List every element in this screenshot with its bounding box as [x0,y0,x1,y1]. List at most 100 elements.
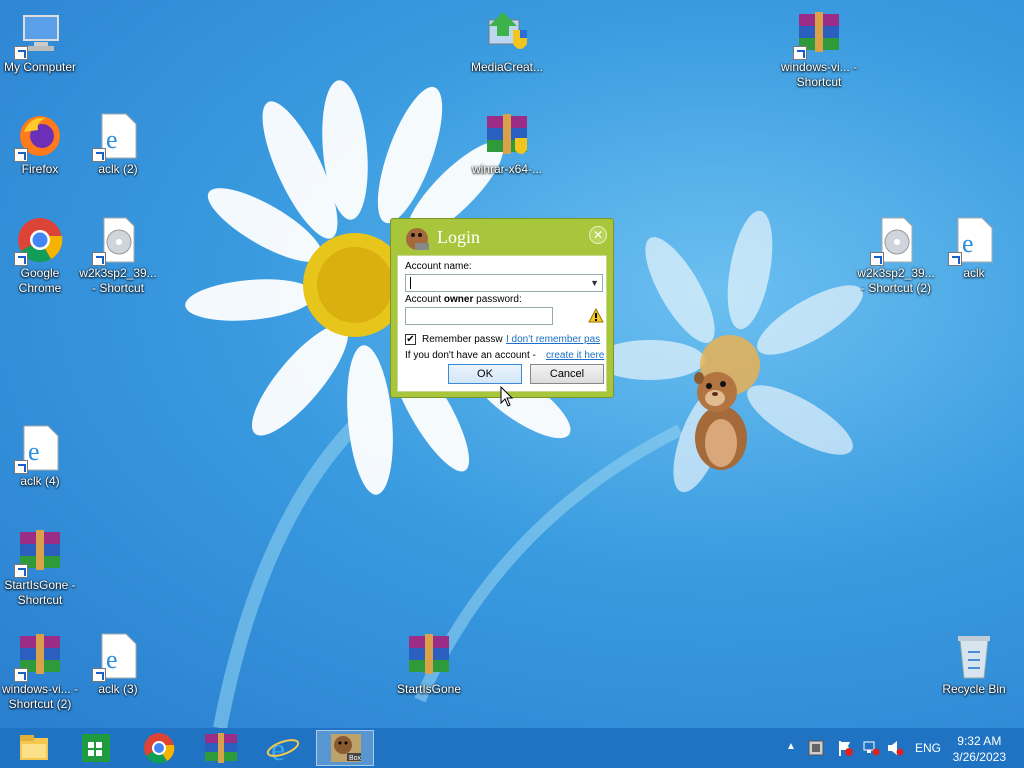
checkmark-icon: ✔ [406,334,415,345]
clock[interactable]: 9:32 AM 3/26/2023 [953,733,1006,765]
svg-text:e: e [962,229,974,258]
icon-label: winrar-x64-... [471,162,542,176]
create-account-link[interactable]: create it here [546,350,604,361]
shortcut-arrow-icon [870,252,884,266]
icon-label: StartIsGone - Shortcut [4,578,76,607]
taskbar-file-explorer[interactable] [8,730,60,766]
hamster-logo-icon [406,228,429,250]
shortcut-arrow-icon [14,460,28,474]
desktop-icon-my-computer[interactable]: My Computer [0,10,80,75]
store-icon [82,734,110,762]
disc-file-icon [92,216,142,266]
ie-document-icon: e [92,632,142,682]
network-icon[interactable] [862,740,880,780]
desktop-icon-winrar-installer[interactable]: winrar-x64-... [467,112,547,177]
mouse-cursor-icon [500,386,514,407]
shortcut-arrow-icon [92,148,106,162]
close-icon: ✕ [592,228,604,242]
winrar-icon [405,632,453,680]
action-center-flag-icon[interactable] [836,740,854,780]
icon-label: Firefox [21,162,59,176]
shortcut-arrow-icon [14,46,28,60]
warning-icon [588,308,604,323]
shortcut-arrow-icon [14,668,28,682]
taskbar-winrar[interactable] [195,730,247,766]
desktop-icon-aclk[interactable]: e aclk [934,216,1014,281]
chrome-icon [144,733,175,764]
icon-label: w2k3sp2_39... - Shortcut [79,266,157,295]
svg-text:e: e [271,731,285,766]
desktop-icon-aclk-2[interactable]: e aclk (2) [78,112,158,177]
desktop-icon-aclk-4[interactable]: e aclk (4) [0,424,80,489]
password-input[interactable] [405,307,553,325]
shortcut-arrow-icon [14,252,28,266]
password-label-post: password: [473,294,522,305]
icon-label: aclk (4) [20,474,60,488]
close-button[interactable]: ✕ [589,226,607,244]
account-name-label: Account name: [405,261,472,272]
dialog-titlebar[interactable]: Login ✕ [391,219,613,253]
text-cursor [410,277,411,289]
tray-app-icon[interactable] [808,740,824,780]
winrar-icon [14,632,64,682]
taskbar-chrome[interactable] [133,730,185,766]
chevron-down-icon[interactable]: ▼ [590,278,599,288]
desktop-icon-windows-vi-shortcut[interactable]: windows-vi... - Shortcut [779,10,859,90]
winrar-installer-icon [483,112,531,160]
desktop-icon-startisgone[interactable]: StartIsGone [389,632,469,697]
password-label: Account owner password: [405,294,522,305]
desktop-icon-firefox[interactable]: Firefox [0,112,80,177]
ie-document-icon: e [92,112,142,162]
ie-document-icon: e [14,424,64,474]
svg-text:e: e [106,645,118,674]
desktop-icon-recycle-bin[interactable]: Recycle Bin [934,632,1014,697]
taskbar: e Box ▲ ENG 9:32 AM 3/26/2023 [0,728,1024,768]
no-account-text: If you don't have an account - [405,350,536,361]
show-hidden-icons-chevron[interactable]: ▲ [786,741,796,781]
password-label-bold: owner [443,294,474,305]
account-name-combobox[interactable]: ▼ [405,274,603,292]
winrar-icon [205,733,237,763]
clock-time: 9:32 AM [957,734,1002,748]
taskbar-store[interactable] [70,730,122,766]
shortcut-arrow-icon [92,252,106,266]
desktop-icon-w2k3sp2-shortcut[interactable]: w2k3sp2_39... - Shortcut [78,216,158,296]
shortcut-arrow-icon [92,668,106,682]
firefox-icon [14,112,64,162]
icon-label: windows-vi... - Shortcut [780,60,857,89]
password-label-pre: Account [405,294,444,305]
desktop-icon-windows-vi-shortcut-2[interactable]: windows-vi... - Shortcut (2) [0,632,80,712]
forgot-password-link[interactable]: I don't remember pas [506,334,600,345]
svg-text:e: e [28,437,40,466]
dialog-title: Login [437,227,480,247]
dialog-body: Account name: ▼ Account owner password: … [397,255,607,392]
icon-label: StartIsGone [396,682,462,696]
desktop-icon-aclk-3[interactable]: e aclk (3) [78,632,158,697]
hamster-mascot[interactable] [685,368,755,473]
language-indicator[interactable]: ENG [915,741,941,781]
icon-label: My Computer [3,60,77,74]
ok-button[interactable]: OK [448,364,522,384]
taskbar-pass-box[interactable]: Box [316,730,374,766]
remember-password-checkbox[interactable]: ✔ [405,334,416,345]
recycle-bin-icon [950,632,998,680]
cancel-button[interactable]: Cancel [530,364,604,384]
shortcut-arrow-icon [14,564,28,578]
winrar-icon [14,528,64,578]
ie-document-icon: e [948,216,998,266]
volume-muted-icon[interactable] [886,740,904,780]
desktop-icon-google-chrome[interactable]: Google Chrome [0,216,80,296]
media-creation-icon [483,10,531,58]
login-dialog: Login ✕ Account name: ▼ Account owner pa… [390,218,614,398]
desktop-icon-w2k3sp2-shortcut-2[interactable]: w2k3sp2_39... - Shortcut (2) [856,216,936,296]
shortcut-arrow-icon [948,252,962,266]
desktop: My Computer MediaCreat... windows-vi... … [0,0,1024,728]
chrome-icon [14,216,64,266]
taskbar-ie[interactable]: e [257,730,309,767]
svg-text:Box: Box [349,755,362,762]
pass-box-icon: Box [331,734,362,762]
winrar-icon [793,10,843,60]
desktop-icon-mediacreation[interactable]: MediaCreat... [467,10,547,75]
desktop-icon-startisgone-shortcut[interactable]: StartIsGone - Shortcut [0,528,80,608]
remember-password-label: Remember passw [422,334,503,345]
